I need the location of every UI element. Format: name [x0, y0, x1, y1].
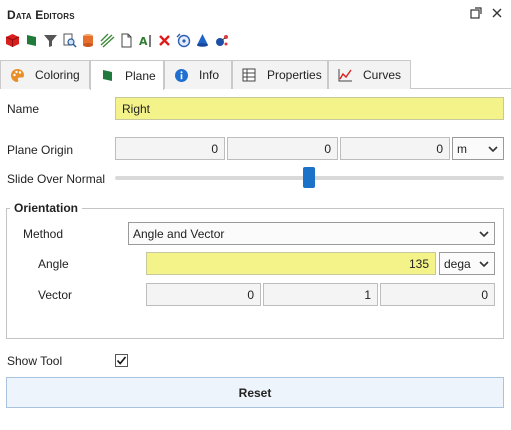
flag-icon [99, 68, 115, 84]
cone-icon[interactable] [194, 32, 210, 48]
tab-label: Info [199, 68, 220, 82]
tab-info[interactable]: Info [164, 60, 232, 89]
slide-over-normal-label: Slide Over Normal [7, 172, 106, 186]
undock-icon[interactable] [468, 5, 484, 21]
vector-z-field[interactable]: 0 [380, 283, 495, 306]
panel-title: Data Editors [7, 8, 75, 22]
method-value: Angle and Vector [133, 226, 225, 241]
name-field[interactable]: Right [115, 97, 504, 120]
plane-origin-label: Plane Origin [7, 143, 74, 157]
tab-bar: Coloring Plane Info Properties Curves [0, 60, 511, 90]
toolbar: A [4, 30, 229, 50]
chevron-down-icon [488, 146, 498, 153]
plane-origin-y-field[interactable]: 0 [227, 137, 338, 160]
stripes-icon[interactable] [99, 32, 115, 48]
tab-properties[interactable]: Properties [232, 60, 328, 89]
text-edit-icon[interactable]: A [137, 32, 153, 48]
vector-x-field[interactable]: 0 [146, 283, 261, 306]
tab-coloring[interactable]: Coloring [0, 60, 90, 89]
chevron-down-icon [479, 231, 489, 238]
circle-target-icon[interactable] [175, 32, 191, 48]
cube-red-icon[interactable] [4, 32, 20, 48]
search-doc-icon[interactable] [61, 32, 77, 48]
angle-label: Angle [38, 257, 69, 271]
chevron-down-icon [479, 261, 489, 268]
tab-label: Coloring [35, 68, 80, 82]
angle-unit-select[interactable]: dega [439, 252, 495, 275]
tab-plane[interactable]: Plane [90, 60, 164, 90]
plane-origin-z-field[interactable]: 0 [340, 137, 450, 160]
tab-curves[interactable]: Curves [328, 60, 411, 89]
checkmark-icon [116, 356, 127, 365]
plane-origin-x-field[interactable]: 0 [115, 137, 225, 160]
plane-origin-unit-select[interactable]: m [452, 137, 504, 160]
tab-label: Curves [363, 68, 402, 82]
method-label: Method [23, 227, 64, 241]
unit-value: m [457, 141, 467, 156]
show-tool-label: Show Tool [7, 354, 63, 368]
vector-label: Vector [38, 288, 73, 302]
funnel-icon[interactable] [42, 32, 58, 48]
angle-unit-value: dega [444, 256, 471, 271]
slide-over-normal-thumb[interactable] [303, 167, 315, 188]
close-icon[interactable] [489, 5, 505, 21]
show-tool-checkbox[interactable] [115, 354, 128, 367]
document-icon[interactable] [118, 32, 134, 48]
info-icon [173, 67, 189, 83]
orientation-title: Orientation [10, 201, 83, 215]
chart-icon [337, 67, 353, 83]
flag-green-icon[interactable] [23, 32, 39, 48]
delete-icon[interactable] [156, 32, 172, 48]
tab-label: Plane [125, 68, 156, 83]
molecule-icon[interactable] [213, 32, 229, 48]
reset-button[interactable]: Reset [6, 377, 504, 408]
name-label: Name [7, 102, 40, 116]
grid-icon [241, 67, 257, 83]
svg-text:A: A [139, 35, 148, 48]
title-bar: Data Editors [0, 0, 511, 28]
palette-icon [9, 67, 25, 83]
tab-label: Properties [267, 68, 322, 82]
cylinder-icon[interactable] [80, 32, 96, 48]
vector-y-field[interactable]: 1 [263, 283, 378, 306]
method-select[interactable]: Angle and Vector [128, 222, 495, 245]
angle-field[interactable]: 135 [146, 252, 436, 275]
